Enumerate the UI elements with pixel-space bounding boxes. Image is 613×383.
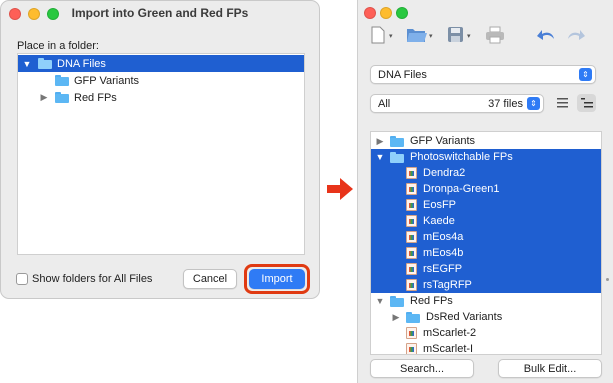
folder-icon xyxy=(55,92,69,103)
file-label: Kaede xyxy=(423,215,455,227)
show-all-folders-label: Show folders for All Files xyxy=(32,273,153,285)
bulk-edit-button[interactable]: Bulk Edit... xyxy=(498,359,602,378)
open-folder-icon[interactable]: ▾ xyxy=(406,26,436,44)
folder-icon xyxy=(390,295,404,307)
file-label: mScarlet-2 xyxy=(423,327,477,339)
file-label: mEos4a xyxy=(423,231,464,243)
disclosure-right-icon[interactable]: ▶ xyxy=(39,92,49,103)
save-icon[interactable]: ▾ xyxy=(446,26,476,44)
cancel-button[interactable]: Cancel xyxy=(183,269,237,289)
folder-icon xyxy=(406,311,420,323)
dna-file-icon xyxy=(406,183,417,195)
file-label: rsTagRFP xyxy=(423,279,472,291)
dna-file-icon xyxy=(406,247,417,259)
dialog-title: Import into Green and Red FPs xyxy=(71,6,249,20)
folder-tree[interactable]: ▼ DNA Files GFP Variants ▶ Red FPs xyxy=(17,53,305,255)
minimize-window-icon[interactable] xyxy=(380,7,392,19)
svg-text:▾: ▾ xyxy=(429,33,433,40)
dna-file-icon xyxy=(406,167,417,179)
file-label: rsEGFP xyxy=(423,263,463,275)
close-window-icon[interactable] xyxy=(364,7,376,19)
print-icon[interactable] xyxy=(485,26,507,44)
filter-select-value: All xyxy=(378,97,391,110)
svg-text:▾: ▾ xyxy=(467,33,471,40)
file-row[interactable]: mEos4a xyxy=(371,229,601,245)
file-row[interactable]: mScarlet-2 xyxy=(371,325,601,341)
collection-select[interactable]: DNA Files ⇕ xyxy=(370,65,596,84)
chevron-updown-icon: ⇕ xyxy=(527,97,540,110)
zoom-window-icon[interactable] xyxy=(396,7,408,19)
disclosure-right-icon[interactable]: ▶ xyxy=(391,312,401,323)
import-dialog: Import into Green and Red FPs Place in a… xyxy=(0,0,320,299)
file-label: Dendra2 xyxy=(423,167,466,179)
import-button[interactable]: Import xyxy=(249,269,305,289)
list-view-icon[interactable] xyxy=(556,97,570,109)
library-window: ▾ ▾ ▾ DNA Files ⇕ All 37 files ⇕ ▶ GFP V… xyxy=(357,0,613,383)
folder-tree-label: GFP Variants xyxy=(74,74,140,87)
file-label: mScarlet-I xyxy=(423,343,474,355)
file-row[interactable]: Dendra2 xyxy=(371,165,601,181)
disclosure-down-icon[interactable]: ▼ xyxy=(375,152,385,162)
new-document-icon[interactable]: ▾ xyxy=(370,26,396,44)
file-row[interactable]: Dronpa-Green1 xyxy=(371,181,601,197)
file-row[interactable]: EosFP xyxy=(371,197,601,213)
scrollbar-knob[interactable] xyxy=(606,278,609,281)
search-button[interactable]: Search... xyxy=(370,359,474,378)
outline-view-button[interactable] xyxy=(577,94,596,112)
folder-icon xyxy=(390,135,404,147)
folder-label: DsRed Variants xyxy=(426,311,503,323)
folder-tree-row[interactable]: ▼ DNA Files xyxy=(18,55,304,72)
file-browser-list[interactable]: ▶ GFP Variants ▼ Photoswitchable FPs Dendra2… xyxy=(370,131,602,355)
folder-tree-row[interactable]: GFP Variants xyxy=(18,72,304,89)
folder-tree-label: Red FPs xyxy=(74,91,117,104)
file-row[interactable]: rsEGFP xyxy=(371,261,601,277)
disclosure-down-icon[interactable]: ▼ xyxy=(375,296,385,306)
folder-tree-row[interactable]: ▶ Red FPs xyxy=(18,89,304,106)
folder-icon xyxy=(55,75,69,86)
disclosure-right-icon[interactable]: ▶ xyxy=(375,136,385,147)
folder-icon xyxy=(38,58,52,69)
dna-file-icon xyxy=(406,231,417,243)
folder-row[interactable]: ▼ Red FPs xyxy=(371,293,601,309)
dna-file-icon xyxy=(406,215,417,227)
folder-label: Red FPs xyxy=(410,295,453,307)
show-all-folders-checkbox[interactable] xyxy=(16,273,28,285)
right-arrow-icon xyxy=(327,178,353,200)
folder-label: GFP Variants xyxy=(410,135,476,147)
outline-view-icon xyxy=(581,98,593,108)
dna-file-icon xyxy=(406,199,417,211)
file-count: 37 files xyxy=(488,97,523,110)
filter-select[interactable]: All 37 files ⇕ xyxy=(370,94,544,113)
folder-row[interactable]: ▶ DsRed Variants xyxy=(371,309,601,325)
undo-icon[interactable] xyxy=(536,26,558,44)
dna-file-icon xyxy=(406,327,417,339)
folder-row[interactable]: ▶ GFP Variants xyxy=(371,133,601,149)
disclosure-down-icon[interactable]: ▼ xyxy=(22,59,32,69)
file-row[interactable]: mEos4b xyxy=(371,245,601,261)
svg-text:▾: ▾ xyxy=(389,33,393,40)
file-label: EosFP xyxy=(423,199,457,211)
folder-label: Place in a folder: xyxy=(17,40,99,52)
folder-label: Photoswitchable FPs xyxy=(410,151,513,163)
file-row[interactable]: mScarlet-I xyxy=(371,341,601,355)
redo-icon[interactable] xyxy=(565,26,587,44)
dna-file-icon xyxy=(406,343,417,354)
file-label: Dronpa-Green1 xyxy=(423,183,500,195)
file-row[interactable]: Kaede xyxy=(371,213,601,229)
chevron-updown-icon: ⇕ xyxy=(579,68,592,81)
dna-file-icon xyxy=(406,279,417,291)
folder-icon xyxy=(390,151,404,163)
dna-file-icon xyxy=(406,263,417,275)
dialog-titlebar: Import into Green and Red FPs xyxy=(1,1,319,25)
collection-select-value: DNA Files xyxy=(378,68,427,81)
folder-row[interactable]: ▼ Photoswitchable FPs xyxy=(371,149,601,165)
folder-tree-label: DNA Files xyxy=(57,57,106,70)
file-label: mEos4b xyxy=(423,247,464,259)
file-row[interactable]: rsTagRFP xyxy=(371,277,601,293)
